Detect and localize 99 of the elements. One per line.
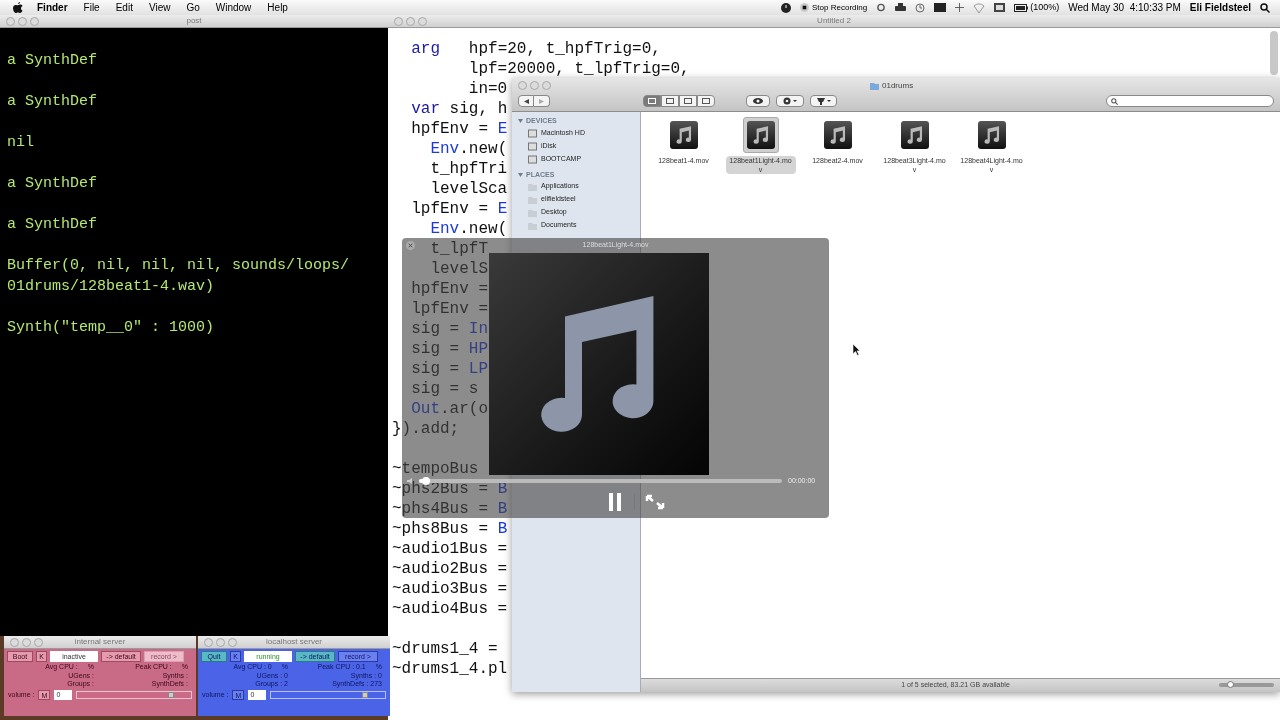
progress-track[interactable] — [419, 479, 782, 483]
volume-thumb[interactable] — [361, 691, 368, 698]
window-title: 01drums — [882, 80, 914, 92]
battery-icon[interactable] — [1014, 3, 1029, 12]
code-line: hpfEnv = — [411, 282, 488, 296]
back-button[interactable] — [518, 95, 534, 107]
menu-item[interactable]: Finder — [37, 0, 68, 15]
close-button[interactable] — [204, 637, 213, 647]
code-line: ~drums1_4.pl — [392, 662, 508, 676]
user-name[interactable]: Eli Fieldsteel — [1189, 0, 1251, 15]
view-columns-button[interactable] — [679, 95, 697, 107]
code-line: ~drums1_4 = — [392, 642, 498, 656]
minimize-button[interactable] — [22, 637, 31, 647]
zoom-button[interactable] — [418, 16, 427, 26]
disclosure-triangle-icon[interactable] — [518, 119, 523, 124]
menu-item[interactable]: Help — [267, 0, 288, 15]
menu-clock[interactable]: Wed May 30 4:10:33 PM — [1068, 0, 1181, 15]
window-title: Untitled 2 — [817, 15, 851, 27]
code-line: lpfEnv = E — [411, 202, 508, 216]
search-icon — [1111, 97, 1118, 105]
code-line: t_hpfTri — [430, 162, 508, 176]
apple-icon[interactable] — [13, 2, 23, 13]
scroll-bar[interactable] — [1270, 31, 1278, 75]
minimize-button[interactable] — [216, 637, 225, 647]
eye-icon — [753, 98, 763, 104]
gear-icon — [783, 97, 797, 105]
volume-slider[interactable] — [76, 690, 192, 699]
code-line: ~audio3Bus = — [392, 582, 508, 596]
printer-icon[interactable] — [895, 3, 907, 12]
minimize-button[interactable] — [18, 16, 27, 26]
file-item[interactable] — [742, 117, 779, 153]
menu-item[interactable]: File — [83, 0, 100, 15]
recording-status[interactable]: Stop Recording — [812, 1, 868, 14]
search-icon[interactable] — [1260, 2, 1270, 13]
window-title: post — [186, 15, 202, 27]
window-title: localhost server — [266, 636, 322, 648]
close-button[interactable] — [6, 16, 15, 26]
zoom-button[interactable] — [30, 16, 39, 26]
code-line: sig = s — [411, 382, 479, 396]
code-line: lpfEnv = — [411, 302, 488, 316]
zoom-button[interactable] — [228, 637, 237, 647]
zoom-button[interactable] — [34, 637, 43, 647]
post-output-line: a SynthDef — [7, 92, 98, 112]
volume-thumb[interactable] — [167, 691, 174, 698]
window-title: internal server — [74, 636, 126, 648]
code-line: arg hpf=20, t_hpfTrig=0, — [411, 42, 661, 56]
code-line: ~audio4Bus = — [392, 602, 508, 616]
action-button[interactable] — [810, 95, 837, 107]
icon-size-slider[interactable] — [1219, 683, 1274, 687]
code-line: sig = LP — [411, 362, 488, 376]
pause-button[interactable] — [606, 493, 624, 511]
code-line: levelS — [430, 262, 488, 276]
view-list-button[interactable] — [661, 95, 679, 107]
code-line: Env.new( — [430, 222, 508, 236]
quick-look-button[interactable] — [746, 95, 770, 107]
post-output-line: a SynthDef — [7, 51, 98, 71]
clock-icon[interactable] — [915, 2, 926, 13]
code-line: sig = In — [411, 322, 488, 336]
code-line: hpfEnv = E — [411, 122, 508, 136]
post-output-line: Buffer(0, nil, nil, nil, sounds/loops/ 01drums/128beat1-4.wav) — [7, 256, 351, 297]
menu-item[interactable]: Edit — [115, 0, 133, 15]
folder-icon — [870, 82, 879, 90]
post-output-line: a SynthDef — [7, 174, 98, 194]
volume-slider[interactable] — [270, 690, 386, 699]
code-line: sig = HP — [411, 342, 488, 356]
display-icon[interactable] — [934, 3, 947, 12]
minimize-button[interactable] — [406, 16, 415, 26]
code-line: Out.ar(o — [411, 402, 489, 416]
code-line: Env.new( — [430, 142, 508, 156]
post-output-line: a SynthDef — [7, 215, 98, 235]
code-line: ~audio1Bus = — [392, 542, 508, 556]
close-button[interactable] — [10, 637, 19, 647]
stop-icon[interactable] — [800, 3, 810, 12]
view-grid-button[interactable] — [643, 95, 661, 107]
close-icon[interactable] — [406, 241, 415, 250]
view-cover-button[interactable] — [697, 95, 715, 107]
settings-button[interactable] — [776, 95, 804, 107]
post-output-line: Synth("temp__0" : 1000) — [7, 317, 216, 338]
menu-item[interactable]: Go — [186, 0, 200, 15]
code-line: var sig, h — [411, 102, 508, 116]
post-output-line: nil — [7, 133, 35, 153]
search-field[interactable] — [1106, 95, 1274, 107]
slider-thumb[interactable] — [1227, 681, 1234, 688]
battery-percentage: (100%) — [1030, 0, 1060, 14]
left-arrow-icon — [523, 98, 529, 104]
close-button[interactable] — [394, 16, 403, 26]
code-line: t_lpfT — [430, 242, 488, 256]
code-line: ~phs8Bus = B — [392, 522, 508, 536]
power-icon[interactable] — [781, 2, 792, 13]
right-arrow-icon — [539, 98, 544, 104]
menu-item[interactable]: Window — [215, 0, 252, 15]
code-line: lpf=20000, t_lpfTrig=0, — [468, 62, 690, 76]
mouse-pointer-icon — [853, 344, 861, 356]
disclosure-triangle-icon[interactable] — [518, 172, 523, 177]
menu-item[interactable]: View — [148, 0, 171, 15]
code-line: ~audio2Bus = — [392, 562, 508, 576]
code-line: in=0 — [468, 82, 508, 96]
code-line: levelSca — [430, 182, 508, 196]
fullscreen-icon[interactable] — [645, 494, 665, 510]
